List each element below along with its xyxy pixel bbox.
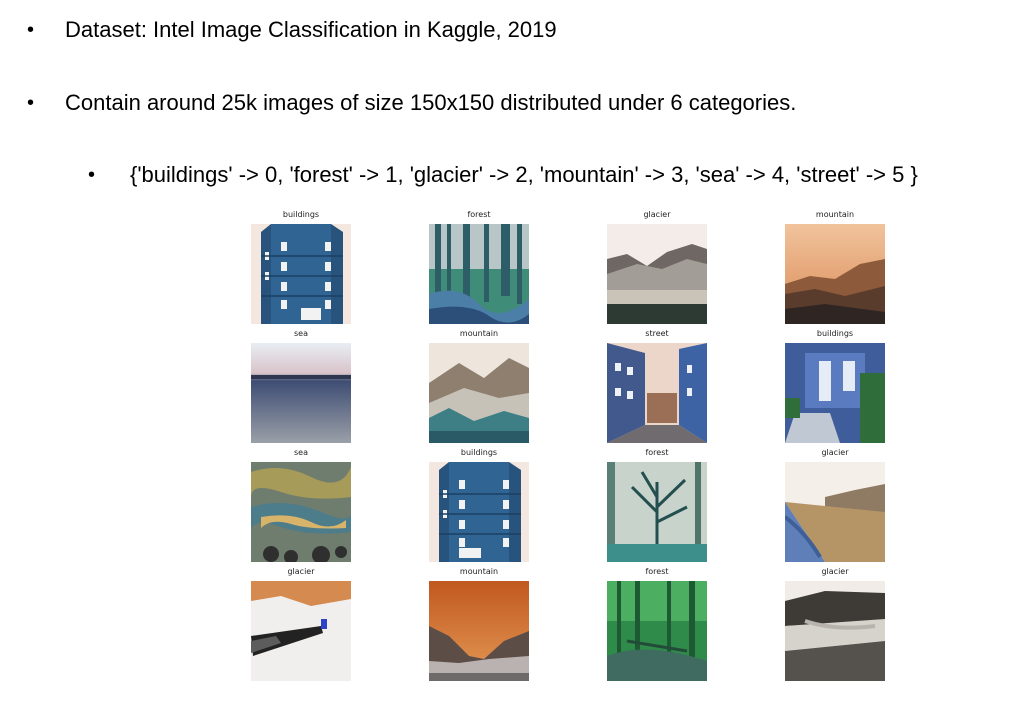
sea-image — [251, 343, 351, 443]
bullet-dataset: Dataset: Intel Image Classification in K… — [65, 17, 557, 42]
forest-image — [607, 581, 707, 681]
mountain-image — [429, 343, 529, 443]
image-caption: forest — [645, 567, 669, 576]
image-caption: glacier — [821, 448, 849, 457]
forest-image — [429, 224, 529, 324]
glacier-image — [785, 581, 885, 681]
image-caption: glacier — [287, 567, 315, 576]
sample-image-grid: buildings forest glacier mountain sea mo… — [236, 210, 885, 706]
street-image — [607, 343, 707, 443]
image-caption: street — [645, 329, 669, 338]
forest-image — [607, 462, 707, 562]
image-caption: mountain — [815, 210, 855, 219]
image-caption: mountain — [459, 567, 499, 576]
buildings-image — [785, 343, 885, 443]
image-caption: glacier — [643, 210, 671, 219]
buildings-image — [429, 462, 529, 562]
glacier-image — [251, 581, 351, 681]
image-caption: buildings — [460, 448, 498, 457]
bullet-dot: • — [88, 164, 96, 186]
glacier-image — [785, 462, 885, 562]
glacier-image — [607, 224, 707, 324]
image-caption: glacier — [821, 567, 849, 576]
image-caption: mountain — [459, 329, 499, 338]
bullet-description: Contain around 25k images of size 150x15… — [65, 90, 797, 115]
bullet-dot: • — [27, 19, 35, 41]
image-caption: sea — [294, 448, 308, 457]
sea-image — [251, 462, 351, 562]
image-caption: buildings — [816, 329, 854, 338]
bullet-dot: • — [27, 92, 35, 114]
mountain-image — [785, 224, 885, 324]
clipped-caption — [251, 690, 351, 702]
mountain-image — [429, 581, 529, 681]
image-caption: forest — [467, 210, 491, 219]
image-caption: sea — [294, 329, 308, 338]
bullet-category-map: {'buildings' -> 0, 'forest' -> 1, 'glaci… — [130, 162, 918, 187]
image-caption: forest — [645, 448, 669, 457]
image-caption: buildings — [282, 210, 320, 219]
buildings-image — [251, 224, 351, 324]
